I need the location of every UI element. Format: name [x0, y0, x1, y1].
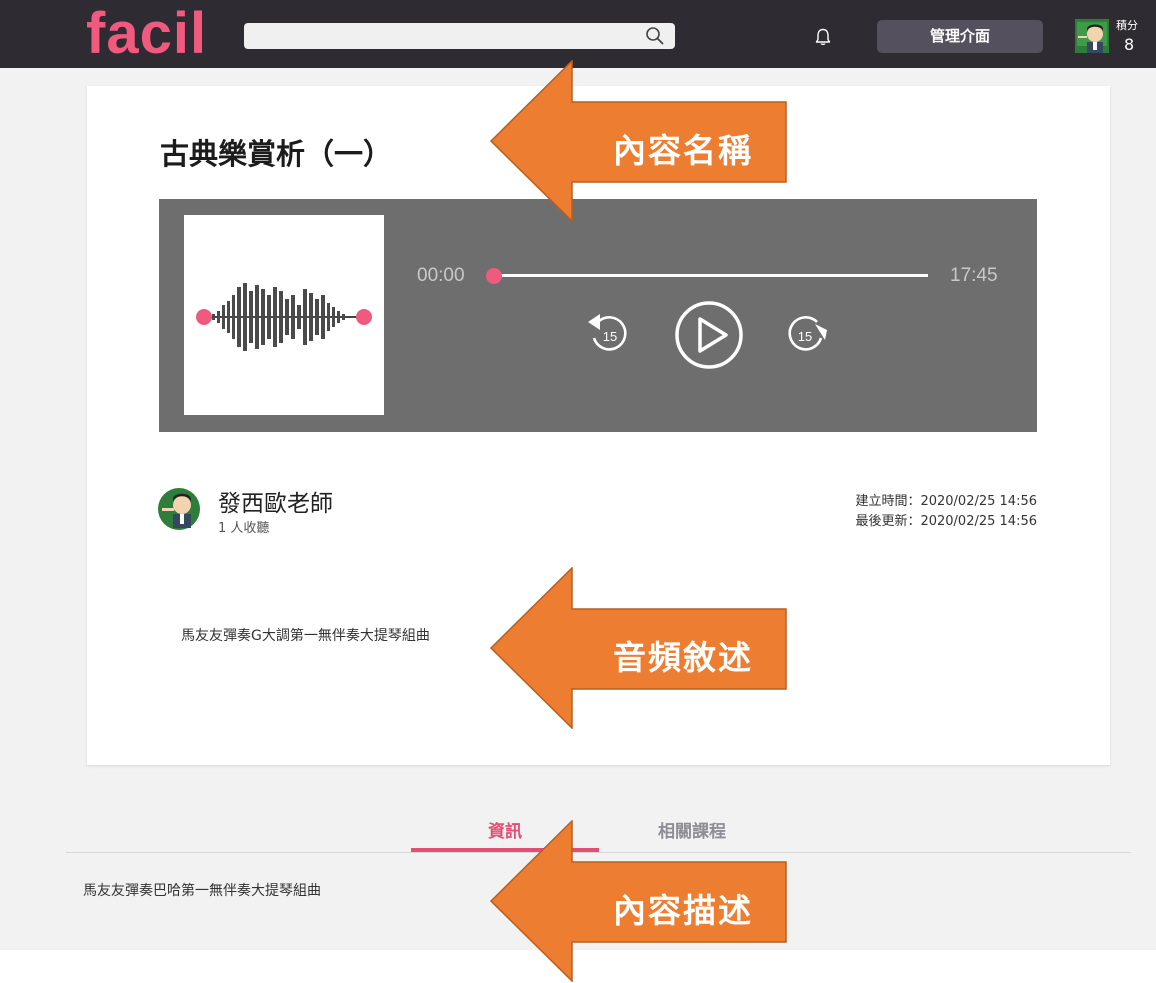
audio-cover	[184, 215, 384, 415]
top-navbar: facil 管理介面 積分 8	[0, 0, 1156, 68]
listener-count: 1 人收聽	[218, 521, 270, 536]
admin-panel-button[interactable]: 管理介面	[877, 20, 1043, 53]
callout-title: 內容名稱	[490, 60, 790, 222]
progress-track[interactable]	[494, 274, 928, 277]
points-value: 8	[1124, 35, 1135, 54]
rewind-seconds: 15	[603, 329, 617, 344]
created-time: 建立時間：2020/02/25 14:56	[855, 494, 1037, 509]
current-time: 00:00	[417, 265, 465, 286]
bell-icon[interactable]	[813, 27, 833, 47]
callout-audio-text: 音頻敘述	[613, 638, 753, 677]
total-time: 17:45	[950, 265, 998, 286]
search-icon[interactable]	[645, 26, 665, 46]
search-box[interactable]	[244, 23, 675, 49]
facil-logo[interactable]: facil	[86, 2, 207, 66]
progress-handle[interactable]	[486, 268, 502, 284]
content-description: 馬友友彈奏巴哈第一無伴奏大提琴組曲	[83, 883, 321, 899]
callout-audio: 音頻敘述	[490, 567, 790, 729]
rewind-icon: 15	[588, 314, 627, 351]
audio-description: 馬友友彈奏G大調第一無伴奏大提琴組曲	[181, 628, 430, 644]
points-label: 積分	[1116, 19, 1138, 32]
forward-seconds: 15	[798, 329, 812, 344]
callout-content-text: 內容描述	[613, 891, 753, 930]
teacher-name[interactable]: 發西歐老師	[218, 484, 333, 518]
forward-15-button[interactable]: 15	[779, 312, 831, 356]
forward-icon: 15	[788, 316, 827, 351]
rewind-15-button[interactable]: 15	[584, 312, 636, 356]
user-avatar[interactable]	[1075, 19, 1109, 53]
callout-title-text: 內容名稱	[613, 131, 753, 170]
content-title: 古典樂賞析（一）	[160, 137, 393, 171]
play-button[interactable]	[674, 300, 744, 370]
waveform-icon	[196, 283, 372, 351]
teacher-avatar[interactable]	[158, 488, 200, 530]
search-input[interactable]	[250, 26, 630, 46]
play-icon	[675, 301, 743, 369]
callout-content: 內容描述	[490, 820, 790, 982]
updated-time: 最後更新：2020/02/25 14:56	[855, 514, 1037, 529]
